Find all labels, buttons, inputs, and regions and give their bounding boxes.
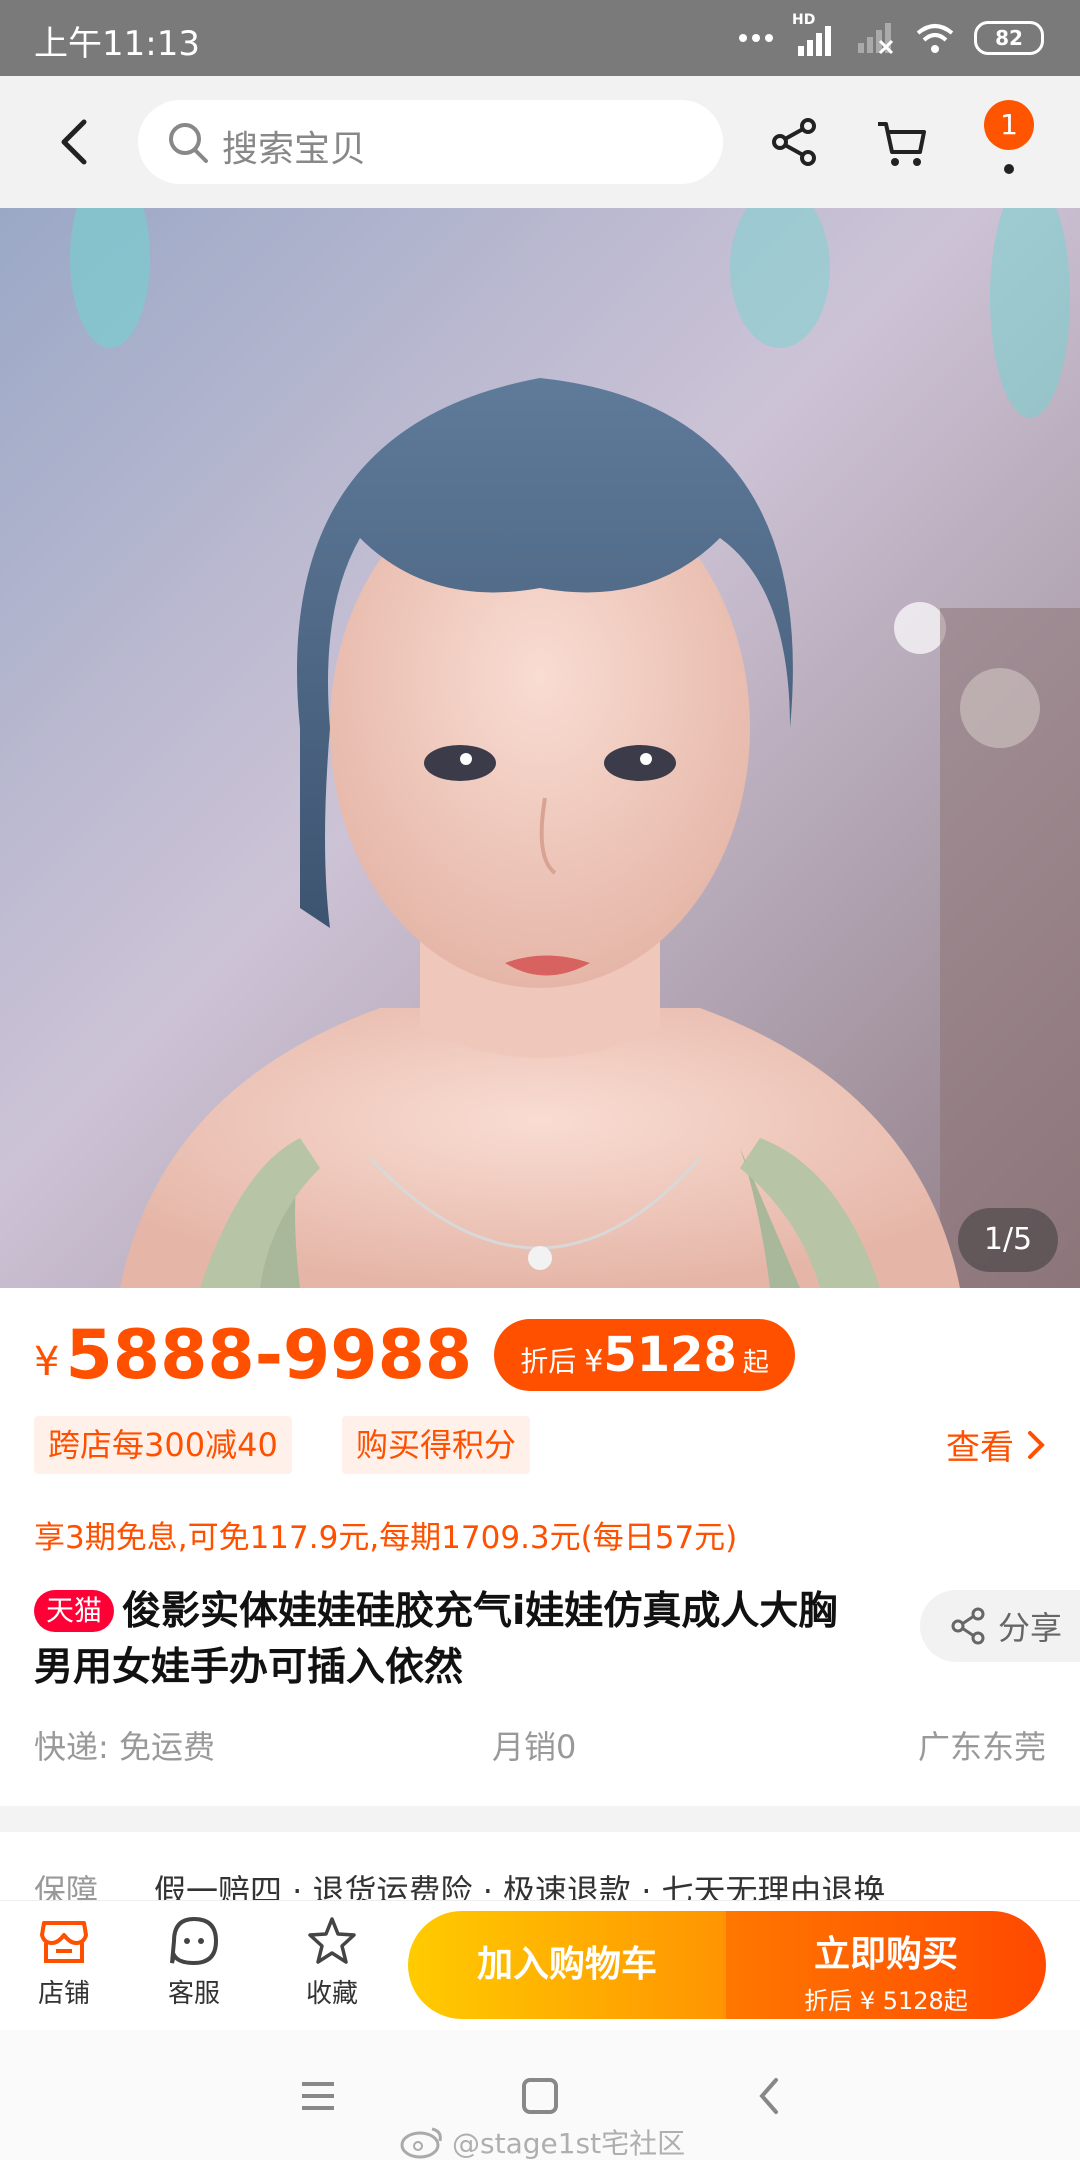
price-currency: ¥ bbox=[34, 1339, 60, 1385]
more-button[interactable]: 1 bbox=[980, 100, 1040, 184]
ship-location: 广东东莞 bbox=[917, 1728, 1046, 1766]
price-range: 5888-9988 bbox=[65, 1315, 473, 1395]
weibo-icon bbox=[400, 2127, 442, 2159]
cart-icon bbox=[878, 122, 926, 166]
image-counter: 1/5 bbox=[958, 1208, 1058, 1272]
discount-label: 折后 bbox=[520, 1345, 577, 1378]
share-icon bbox=[951, 1607, 985, 1645]
price-row: ¥ 5888-9988 折后 ¥ 5128 起 bbox=[34, 1310, 795, 1400]
product-title: 俊影实体娃娃硅胶充气i娃娃仿真成人大胸男用女娃手办可插入依然 bbox=[34, 1589, 838, 1690]
status-bar: 上午11:13 HD 82 bbox=[0, 0, 1080, 76]
more-dots-icon bbox=[1004, 164, 1014, 174]
favorite-label: 收藏 bbox=[305, 1979, 358, 2009]
installment-info: 享3期免息,可免117.9元,每期1709.3元(每日57元) bbox=[34, 1520, 738, 1556]
share-label: 分享 bbox=[998, 1609, 1063, 1647]
search-input[interactable]: 搜索宝贝 bbox=[138, 100, 723, 184]
back-nav-icon[interactable] bbox=[748, 2074, 792, 2118]
promo-view-label: 查看 bbox=[946, 1428, 1014, 1468]
promotions-row[interactable]: 跨店每300减40 购买得积分 查看 bbox=[34, 1416, 1046, 1476]
status-time: 上午11:13 bbox=[34, 24, 200, 64]
share-button[interactable] bbox=[764, 112, 824, 172]
buy-now-subprice: 折后 ¥ 5128起 bbox=[804, 1987, 968, 2015]
product-title-block: 天猫 俊影实体娃娃硅胶充气i娃娃仿真成人大胸男用女娃手办可插入依然 bbox=[34, 1584, 874, 1696]
shipping-info: 快递: 免运费 bbox=[34, 1728, 215, 1766]
service-label: 客服 bbox=[167, 1979, 220, 2009]
signal-off-icon bbox=[858, 23, 894, 55]
watermark: @stage1st宅社区 bbox=[400, 2122, 685, 2160]
header: 搜索宝贝 1 bbox=[0, 76, 1080, 208]
discount-suffix: 起 bbox=[742, 1348, 769, 1378]
share-icon bbox=[772, 118, 816, 166]
product-photo bbox=[0, 208, 1080, 1288]
section-divider bbox=[0, 1806, 1080, 1832]
chevron-right-icon bbox=[1028, 1430, 1045, 1459]
buy-now-label: 立即购买 bbox=[813, 1934, 958, 1975]
status-icons: HD 82 bbox=[738, 12, 1044, 58]
star-icon bbox=[308, 1917, 356, 1964]
cart-button[interactable] bbox=[872, 112, 932, 172]
shop-label: 店铺 bbox=[37, 1979, 90, 2009]
wifi-icon bbox=[916, 24, 954, 53]
action-bar: 店铺 客服 收藏 加入购物车 立即购买 折后 ¥ 5128起 bbox=[0, 1900, 1080, 2030]
discount-value: 5128 bbox=[603, 1327, 737, 1383]
more-dots-icon bbox=[739, 34, 773, 42]
customer-service-button[interactable]: 客服 bbox=[144, 1915, 244, 2025]
add-to-cart-button[interactable]: 加入购物车 bbox=[408, 1911, 726, 2019]
store-icon bbox=[40, 1921, 88, 1963]
menu-icon[interactable] bbox=[296, 2074, 340, 2118]
promo-tag-cross-store: 跨店每300减40 bbox=[34, 1416, 292, 1474]
discount-price-badge: 折后 ¥ 5128 起 bbox=[494, 1319, 795, 1391]
shop-button[interactable]: 店铺 bbox=[14, 1915, 114, 2025]
search-placeholder: 搜索宝贝 bbox=[222, 129, 367, 170]
promo-tag-points: 购买得积分 bbox=[342, 1416, 531, 1474]
notification-badge: 1 bbox=[984, 100, 1034, 150]
meta-row: 快递: 免运费 月销0 广东东莞 bbox=[34, 1722, 1046, 1772]
home-icon[interactable] bbox=[518, 2074, 562, 2118]
system-nav-bar: @stage1st宅社区 bbox=[0, 2030, 1080, 2160]
back-button[interactable] bbox=[46, 112, 106, 172]
monthly-sales: 月销0 bbox=[492, 1728, 577, 1766]
chevron-left-icon bbox=[61, 119, 87, 165]
discount-currency: ¥ bbox=[584, 1344, 604, 1379]
buy-now-button[interactable]: 立即购买 折后 ¥ 5128起 bbox=[726, 1911, 1046, 2019]
promo-view-link[interactable]: 查看 bbox=[946, 1420, 1046, 1469]
product-image[interactable]: 1/5 bbox=[0, 208, 1080, 1288]
search-icon bbox=[169, 123, 208, 163]
tmall-badge: 天猫 bbox=[34, 1590, 115, 1632]
share-product-button[interactable]: 分享 bbox=[920, 1590, 1080, 1662]
battery-icon: 82 bbox=[974, 21, 1044, 55]
service-icon bbox=[170, 1916, 219, 1966]
watermark-text: @stage1st宅社区 bbox=[452, 2127, 686, 2160]
favorite-button[interactable]: 收藏 bbox=[282, 1915, 382, 2025]
signal-hd-icon: HD bbox=[792, 12, 838, 58]
